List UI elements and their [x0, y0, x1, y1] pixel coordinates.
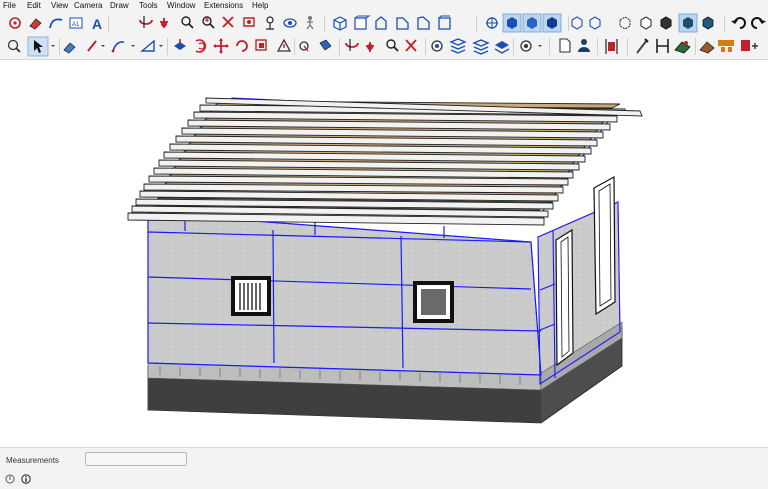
display-section-fill-icon[interactable] [542, 13, 562, 33]
scale-icon[interactable] [255, 39, 267, 51]
zoom-window-icon[interactable] [7, 39, 21, 53]
rectangle-icon[interactable] [140, 39, 163, 52]
sandbox-from-contours-icon[interactable] [674, 41, 691, 54]
push-pull-icon[interactable] [174, 39, 186, 50]
side-window-right [593, 175, 616, 316]
display-section-planes-icon[interactable] [502, 13, 522, 33]
menu-extensions[interactable]: Extensions [204, 0, 243, 12]
menu-view[interactable]: View [51, 0, 68, 12]
redo-icon[interactable] [751, 17, 766, 29]
front-view-icon[interactable] [375, 16, 387, 30]
back-view-icon[interactable] [417, 16, 430, 30]
select-icon[interactable] [9, 17, 21, 29]
menu-edit[interactable]: Edit [27, 0, 41, 12]
move-icon[interactable] [213, 38, 229, 54]
pan-icon[interactable] [366, 42, 374, 52]
toolbar-top: A1 A [0, 12, 768, 34]
dimensions-icon[interactable] [605, 39, 618, 54]
paint-bucket-icon[interactable] [319, 39, 332, 51]
geo-location-icon[interactable] [5, 474, 15, 484]
info-icon[interactable] [21, 474, 31, 484]
menu-bar: File Edit View Camera Draw Tools Window … [0, 0, 768, 12]
toolbar-bottom-icons [7, 36, 758, 57]
components-panel-icon[interactable] [741, 40, 758, 51]
warehouse-icon[interactable] [449, 38, 467, 54]
menu-camera[interactable]: Camera [74, 0, 102, 12]
eye-icon[interactable] [283, 18, 297, 28]
text-icon[interactable]: A1 [69, 17, 83, 29]
rotate-icon[interactable] [236, 40, 248, 52]
pan-icon[interactable] [160, 18, 168, 28]
previous-view-icon[interactable] [222, 16, 234, 28]
top-view-icon[interactable] [354, 15, 371, 30]
front-window-glass [413, 281, 454, 323]
menu-window[interactable]: Window [167, 0, 195, 12]
toolbar-bottom [0, 34, 768, 60]
side-window-left [555, 228, 574, 367]
display-section-cuts-icon[interactable] [522, 13, 542, 33]
xray-icon[interactable] [571, 16, 583, 30]
shaded-textures-icon[interactable] [678, 13, 698, 33]
offset-icon[interactable] [195, 39, 207, 53]
eraser-icon[interactable] [63, 42, 76, 54]
monochrome-icon[interactable] [702, 16, 714, 30]
orbit-icon[interactable] [345, 39, 359, 51]
section-plane-icon[interactable] [486, 17, 498, 29]
status-bar: Measurements [0, 447, 768, 489]
menu-tools[interactable]: Tools [139, 0, 158, 12]
extension-warehouse-icon[interactable] [472, 39, 490, 55]
axes-icon[interactable] [656, 39, 669, 53]
menu-help[interactable]: Help [252, 0, 268, 12]
undo-icon[interactable] [731, 17, 746, 29]
zoom-icon[interactable] [386, 39, 399, 52]
hidden-line-icon[interactable] [640, 16, 652, 30]
menu-draw[interactable]: Draw [110, 0, 129, 12]
walk-icon[interactable] [306, 16, 314, 30]
follow-me-icon[interactable] [276, 38, 292, 52]
roof-rafters [127, 97, 643, 226]
layout-icon[interactable] [494, 41, 510, 54]
measurements-input[interactable] [85, 452, 187, 466]
svg-text:A1: A1 [72, 22, 80, 28]
model-viewport[interactable] [0, 60, 768, 447]
protractor-icon[interactable] [636, 38, 649, 54]
eraser-icon[interactable] [29, 18, 42, 30]
3d-text-icon[interactable]: A [92, 16, 102, 32]
components-icon[interactable] [431, 40, 443, 52]
left-view-icon[interactable] [438, 15, 451, 30]
iso-view-icon[interactable] [333, 16, 347, 31]
entity-info-icon[interactable] [718, 40, 734, 52]
select-arrow-icon[interactable] [27, 36, 55, 57]
position-camera-icon[interactable] [243, 17, 255, 27]
user-icon[interactable] [578, 39, 590, 52]
new-icon[interactable] [559, 38, 571, 53]
front-window-vent [231, 276, 271, 316]
orbit-icon[interactable] [139, 16, 153, 28]
arc-icon[interactable] [111, 41, 135, 53]
measurements-label: Measurements [6, 456, 59, 465]
shaded-icon[interactable] [660, 16, 672, 30]
zoom-extents-icon[interactable] [202, 16, 215, 29]
zoom-icon[interactable] [181, 16, 194, 29]
look-around-icon[interactable] [266, 16, 274, 30]
menu-file[interactable]: File [3, 0, 16, 12]
zoom-extents-icon[interactable] [405, 39, 417, 52]
tape-measure-icon[interactable] [299, 41, 309, 52]
wireframe-icon[interactable] [619, 16, 631, 30]
model-drawing[interactable] [0, 60, 768, 447]
styles-icon[interactable] [520, 40, 542, 52]
toolbar-top-icons: A1 A [9, 13, 766, 33]
right-view-icon[interactable] [396, 17, 409, 30]
back-edges-icon[interactable] [589, 16, 601, 30]
svg-text:A: A [92, 16, 102, 32]
arc-icon[interactable] [49, 18, 63, 29]
outliner-icon[interactable] [699, 41, 715, 54]
line-icon[interactable] [87, 40, 105, 52]
